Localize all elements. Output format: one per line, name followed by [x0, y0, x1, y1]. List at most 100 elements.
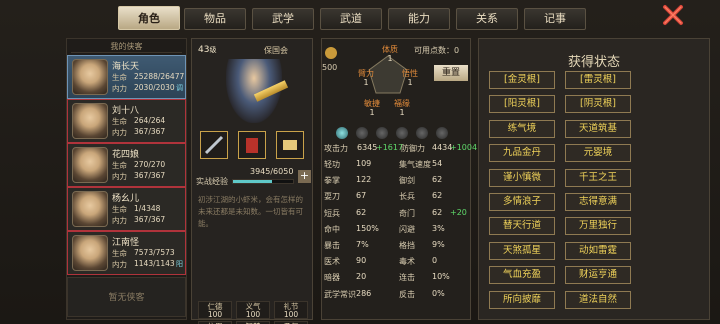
status-item[interactable]: 气血充盈 [489, 266, 555, 285]
attribute-value: 1 [407, 78, 413, 87]
stat-value: 3% [432, 223, 445, 233]
status-item[interactable]: 天道筑基 [565, 119, 631, 138]
hero-card[interactable]: 花四娘 生命 270/270 内力 367/367 [67, 143, 186, 187]
status-item[interactable]: 千王之王 [565, 168, 631, 187]
stat-row: 命中 150% 闪避 3% [322, 224, 472, 238]
stat-value: 90 [356, 256, 367, 266]
hero-card[interactable]: 刘十八 生命 264/264 内力 367/367 [67, 99, 186, 143]
level-unit: 级 [209, 46, 217, 54]
status-item[interactable]: 志得意满 [565, 193, 631, 211]
status-item[interactable]: 动如雷霆 [565, 241, 631, 260]
stat-label: 轻功 [324, 160, 340, 169]
hero-list: 我的侠客 海长天 生命 25288/26477 内力 2030/2030 调刘十八 生命 26… [66, 38, 187, 320]
hp-label: 生命 [112, 205, 127, 214]
attribute-value: 1 [363, 78, 369, 87]
virtue-value: 100 [207, 310, 223, 319]
hp-label: 生命 [112, 249, 127, 258]
status-item[interactable]: [金灵根] [489, 71, 555, 89]
status-title: 获得状态 [567, 55, 620, 70]
status-panel: 获得状态 [金灵根] [雷灵根] [阳灵根] [阴灵根] 练气境 天道筑基 九品金丹 元婴境谨… [478, 38, 710, 320]
faction-label: 保国会 [264, 46, 288, 55]
hp-value: 270/270 [134, 160, 166, 169]
tab-2[interactable]: 武学 [252, 8, 314, 30]
stat-label: 毒术 [399, 257, 415, 267]
points-value: 500 [322, 63, 338, 72]
hp-label: 生命 [112, 117, 127, 126]
tab-bar: 角色 物品 武学 武道 能力 关系 记事 [118, 6, 650, 30]
exp-value: 3945/6050 [250, 167, 294, 176]
status-item[interactable]: [阳灵根] [489, 95, 555, 114]
tab-0[interactable]: 角色 [118, 6, 180, 30]
status-item[interactable]: 财运亨通 [565, 266, 631, 285]
free-points-label: 可用点数：0 [414, 45, 459, 56]
gem-slot[interactable] [396, 127, 408, 139]
stat-value: 150% [356, 223, 379, 233]
empty-hero-slot: 暂无侠客 [67, 277, 186, 317]
attribute-1: 臂力 1 [358, 69, 374, 87]
status-item[interactable]: 万里独行 [565, 217, 631, 236]
stat-value: 67 [356, 191, 367, 201]
gem-slot[interactable] [336, 127, 348, 139]
accessory-slot[interactable] [276, 131, 304, 159]
stat-value: 54 [432, 159, 443, 168]
close-icon [663, 5, 683, 25]
stat-row: 医术 90 毒术 0 [322, 256, 472, 270]
status-item[interactable]: 天煞孤星 [489, 241, 555, 260]
stats-panel: 500 可用点数：0 重置 体质 1 臂力 1 悟性 1 敏捷 1 福缘 1 攻击力 6345 +16… [321, 38, 477, 320]
character-panel: 43级 保国会 实战经验 3945/6050 + 初涉江湖的小虾米，会有怎样的未… [191, 38, 313, 324]
close-button[interactable] [662, 4, 684, 26]
stat-row: 短兵 62 奇门 62 +20 [322, 208, 472, 222]
mp-value: 367/367 [134, 171, 166, 180]
gem-slot[interactable] [416, 127, 428, 139]
hero-tag: 阳 [176, 260, 183, 268]
hero-tag: 调 [176, 84, 183, 92]
stat-label: 拳掌 [324, 176, 340, 186]
stat-label: 命中 [324, 224, 340, 234]
hero-card[interactable]: 杨幺儿 生命 1/4348 内力 367/367 [67, 187, 186, 231]
gem-slot[interactable] [436, 127, 448, 139]
status-item[interactable]: 练气境 [489, 119, 555, 138]
tab-6[interactable]: 记事 [524, 8, 586, 30]
defense-bonus: +1004 [450, 143, 478, 152]
status-item[interactable]: [阴灵根] [565, 95, 631, 114]
stat-value: 7% [356, 240, 369, 249]
status-item[interactable]: 九品金丹 [489, 144, 555, 163]
exp-bar-fill [233, 180, 272, 183]
stat-value: 10% [432, 272, 450, 282]
stat-value: 9% [432, 240, 445, 249]
hero-name: 刘十八 [112, 106, 140, 116]
attribute-name: 臂力 [358, 69, 374, 78]
sword-icon [204, 135, 224, 155]
mp-value: 367/367 [134, 127, 166, 136]
add-exp-button[interactable]: + [298, 170, 311, 183]
tab-1[interactable]: 物品 [184, 8, 246, 30]
mp-value: 1143/1143 [134, 259, 175, 268]
armor-slot[interactable] [238, 131, 266, 159]
hero-avatar [72, 59, 108, 95]
status-item[interactable]: 多情浪子 [489, 193, 555, 211]
weapon-slot[interactable] [200, 131, 228, 159]
gem-slot[interactable] [356, 127, 368, 139]
stat-value: 20 [356, 272, 367, 282]
exp-bar [232, 179, 294, 184]
status-item[interactable]: 替天行道 [489, 217, 555, 236]
status-item[interactable]: [雷灵根] [565, 71, 631, 89]
stat-value: 62 [432, 207, 443, 217]
hero-card[interactable]: 海长天 生命 25288/26477 内力 2030/2030 调 [67, 55, 186, 99]
status-item[interactable]: 谨小慎微 [489, 168, 555, 187]
reset-button[interactable]: 重置 [434, 65, 468, 81]
stat-value: 62 [432, 191, 443, 201]
hp-label: 生命 [112, 161, 127, 170]
status-item[interactable]: 所向披靡 [489, 290, 555, 309]
status-item[interactable]: 道法自然 [565, 290, 631, 309]
tab-5[interactable]: 关系 [456, 8, 518, 30]
tab-3[interactable]: 武道 [320, 8, 382, 30]
tab-4[interactable]: 能力 [388, 8, 450, 30]
exp-label: 实战经验 [196, 177, 228, 186]
gem-slot[interactable] [376, 127, 388, 139]
armor-icon [246, 138, 258, 153]
status-item[interactable]: 元婴境 [565, 144, 631, 163]
mp-label: 内力 [112, 216, 127, 225]
hero-card[interactable]: 江南怪 生命 7573/7573 内力 1143/1143 阳 [67, 231, 186, 275]
hp-value: 7573/7573 [134, 248, 175, 257]
